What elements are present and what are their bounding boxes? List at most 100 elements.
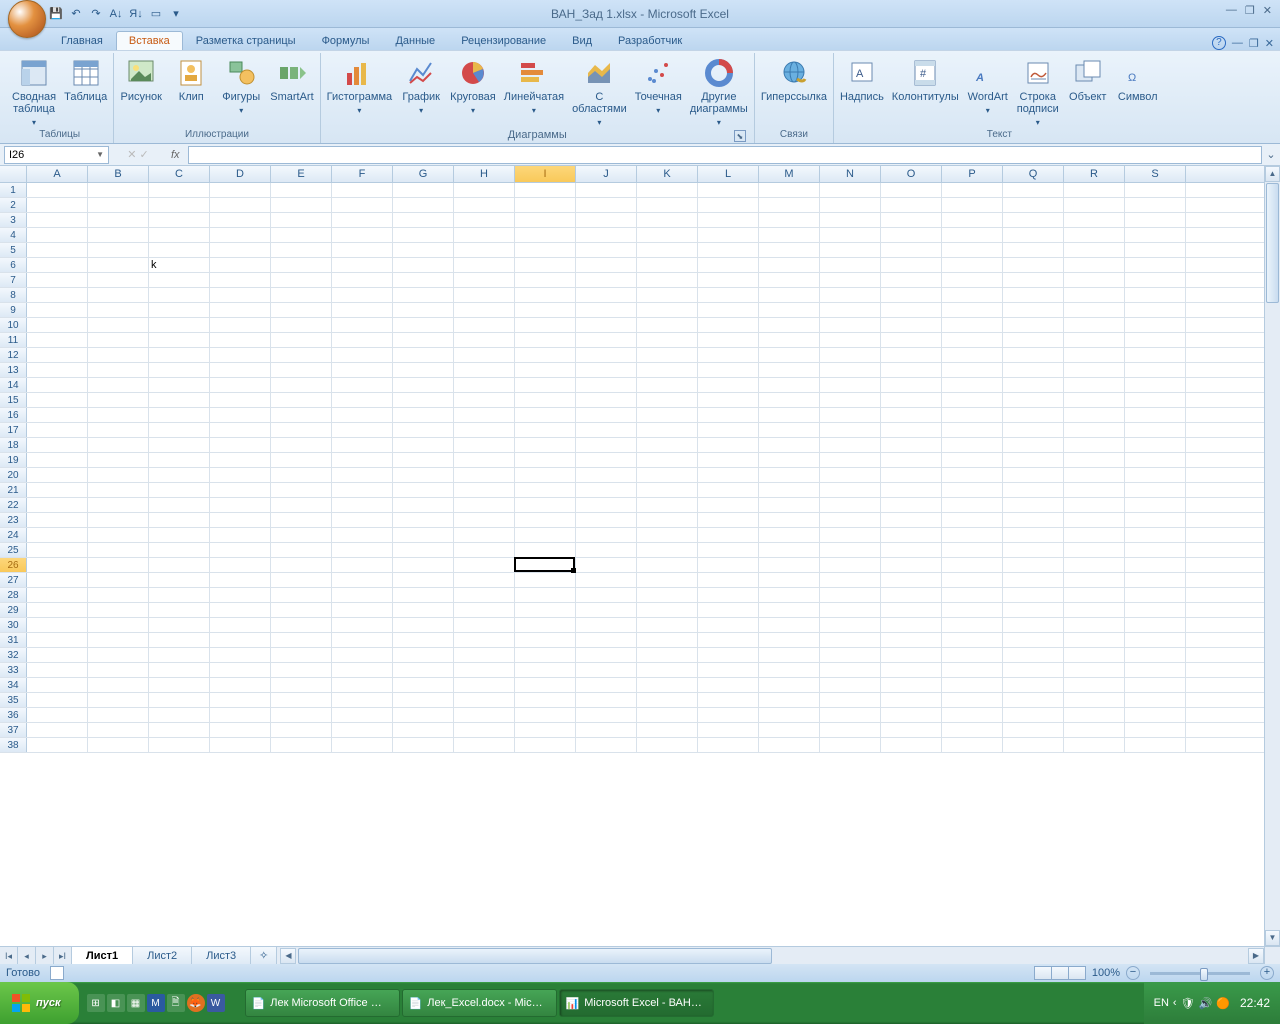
cell[interactable] [698, 513, 759, 527]
cell[interactable] [1064, 453, 1125, 467]
cell[interactable] [1003, 198, 1064, 212]
cell[interactable] [210, 648, 271, 662]
cell[interactable] [881, 678, 942, 692]
scroll-left-icon[interactable]: ◀ [280, 948, 296, 964]
cell[interactable] [271, 333, 332, 347]
cell[interactable] [1125, 708, 1186, 722]
page-layout-view-button[interactable] [1051, 966, 1069, 980]
cell[interactable] [332, 513, 393, 527]
cell[interactable] [759, 348, 820, 362]
cell[interactable] [27, 738, 88, 752]
row-header[interactable]: 4 [0, 228, 27, 242]
cell[interactable] [820, 723, 881, 737]
cell[interactable] [942, 543, 1003, 557]
cell[interactable] [210, 603, 271, 617]
cell[interactable] [698, 648, 759, 662]
cell[interactable] [393, 258, 454, 272]
cell[interactable] [881, 573, 942, 587]
cell[interactable] [576, 558, 637, 572]
cell[interactable] [881, 333, 942, 347]
cell[interactable] [637, 543, 698, 557]
cell[interactable] [698, 528, 759, 542]
cell[interactable]: k [149, 258, 210, 272]
cell[interactable] [698, 318, 759, 332]
cell[interactable] [332, 183, 393, 197]
cell[interactable] [149, 273, 210, 287]
cell[interactable] [881, 468, 942, 482]
cell[interactable] [393, 183, 454, 197]
undo-icon[interactable]: ↶ [68, 6, 84, 22]
cell[interactable] [88, 348, 149, 362]
cell[interactable] [698, 618, 759, 632]
cell[interactable] [881, 258, 942, 272]
cell[interactable] [881, 708, 942, 722]
pie-chart-button[interactable]: Круговая [450, 57, 496, 127]
cell[interactable] [271, 708, 332, 722]
cell[interactable] [515, 603, 576, 617]
cell[interactable] [576, 498, 637, 512]
cell[interactable] [393, 513, 454, 527]
cell[interactable] [637, 468, 698, 482]
picture-button[interactable]: Рисунок [120, 57, 162, 127]
cell[interactable] [149, 318, 210, 332]
clock[interactable]: 22:42 [1240, 996, 1270, 1010]
save-icon[interactable]: 💾 [48, 6, 64, 22]
cell[interactable] [149, 648, 210, 662]
cell[interactable] [576, 708, 637, 722]
cell[interactable] [637, 243, 698, 257]
header-footer-button[interactable]: # Колонтитулы [892, 57, 959, 127]
clipart-button[interactable]: Клип [170, 57, 212, 127]
cell[interactable] [881, 183, 942, 197]
tab-review[interactable]: Рецензирование [448, 31, 559, 50]
vscroll-thumb[interactable] [1266, 183, 1279, 303]
cell[interactable] [454, 378, 515, 392]
cell[interactable] [149, 378, 210, 392]
cell[interactable] [698, 333, 759, 347]
grid[interactable]: 123456k789101112131415161718192021222324… [0, 183, 1264, 946]
cell[interactable] [881, 213, 942, 227]
cell[interactable] [210, 633, 271, 647]
row-header[interactable]: 38 [0, 738, 27, 752]
cell[interactable] [149, 723, 210, 737]
cell[interactable] [210, 228, 271, 242]
row-header[interactable]: 15 [0, 393, 27, 407]
cell[interactable] [210, 528, 271, 542]
cell[interactable] [454, 663, 515, 677]
cell[interactable] [271, 273, 332, 287]
zoom-in-button[interactable]: + [1260, 966, 1274, 980]
cell[interactable] [698, 408, 759, 422]
cell[interactable] [1064, 408, 1125, 422]
row-header[interactable]: 11 [0, 333, 27, 347]
cell[interactable] [759, 363, 820, 377]
cell[interactable] [820, 213, 881, 227]
cell[interactable] [271, 513, 332, 527]
cell[interactable] [759, 543, 820, 557]
cell[interactable] [27, 228, 88, 242]
cell[interactable] [820, 378, 881, 392]
cell[interactable] [637, 378, 698, 392]
cell[interactable] [881, 558, 942, 572]
cell[interactable] [332, 393, 393, 407]
column-header[interactable]: A [27, 166, 88, 182]
cell[interactable] [515, 738, 576, 752]
cell[interactable] [27, 273, 88, 287]
cell[interactable] [1064, 318, 1125, 332]
cell[interactable] [149, 558, 210, 572]
min-ribbon-icon[interactable]: — [1232, 37, 1243, 49]
cell[interactable] [881, 198, 942, 212]
cell[interactable] [88, 573, 149, 587]
cell[interactable] [88, 378, 149, 392]
expand-formula-bar-icon[interactable]: ⌄ [1264, 148, 1278, 161]
cell[interactable] [393, 438, 454, 452]
cell[interactable] [1003, 468, 1064, 482]
cell[interactable] [210, 558, 271, 572]
cell[interactable] [393, 198, 454, 212]
cell[interactable] [881, 318, 942, 332]
column-header[interactable]: N [820, 166, 881, 182]
cell[interactable] [1064, 498, 1125, 512]
cell[interactable] [637, 603, 698, 617]
cell[interactable] [332, 273, 393, 287]
row-header[interactable]: 32 [0, 648, 27, 662]
cell[interactable] [454, 273, 515, 287]
cell[interactable] [454, 573, 515, 587]
